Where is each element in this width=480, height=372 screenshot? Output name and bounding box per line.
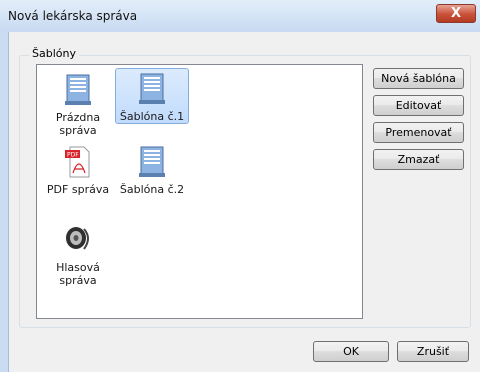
template-item-2[interactable]: Šablóna č.2 xyxy=(115,145,189,196)
document-icon xyxy=(139,146,165,177)
speaker-icon xyxy=(66,227,89,250)
title-bar[interactable]: Nová lekárska správa X xyxy=(0,0,480,32)
template-label: Šablóna č.2 xyxy=(119,183,185,196)
close-icon: X xyxy=(450,6,462,21)
template-item-voice[interactable]: Hlasová správa xyxy=(42,223,114,287)
delete-button[interactable]: Zmazať xyxy=(373,149,464,170)
template-item-1[interactable]: Šablóna č.1 xyxy=(115,68,189,124)
template-label: Prázdna správa xyxy=(55,111,101,137)
rename-button[interactable]: Premenovať xyxy=(373,122,464,143)
window-title: Nová lekárska správa xyxy=(8,9,138,23)
close-button[interactable]: X xyxy=(436,4,476,23)
new-template-button[interactable]: Nová šablóna xyxy=(373,68,464,89)
ok-button[interactable]: OK xyxy=(313,341,389,362)
cancel-button[interactable]: Zrušiť xyxy=(397,341,469,362)
template-label: Šablóna č.1 xyxy=(119,110,185,123)
edit-button[interactable]: Editovať xyxy=(373,95,464,116)
groupbox-title: Šablóny xyxy=(29,47,79,60)
pdf-icon: PDF xyxy=(65,146,90,178)
template-item-pdf[interactable]: PDF PDF správa xyxy=(42,145,114,196)
document-icon xyxy=(139,73,165,104)
template-label: PDF správa xyxy=(46,183,110,196)
template-label: Hlasová správa xyxy=(56,261,100,287)
templates-listview[interactable]: Prázdna správa Šablóna č.1 PDF PDF správ… xyxy=(36,64,363,319)
dialog-window: Nová lekárska správa X Šablóny Prázdna s… xyxy=(0,0,480,372)
svg-text:PDF: PDF xyxy=(67,152,79,159)
document-icon xyxy=(65,74,91,105)
template-item-blank[interactable]: Prázdna správa xyxy=(42,73,114,137)
